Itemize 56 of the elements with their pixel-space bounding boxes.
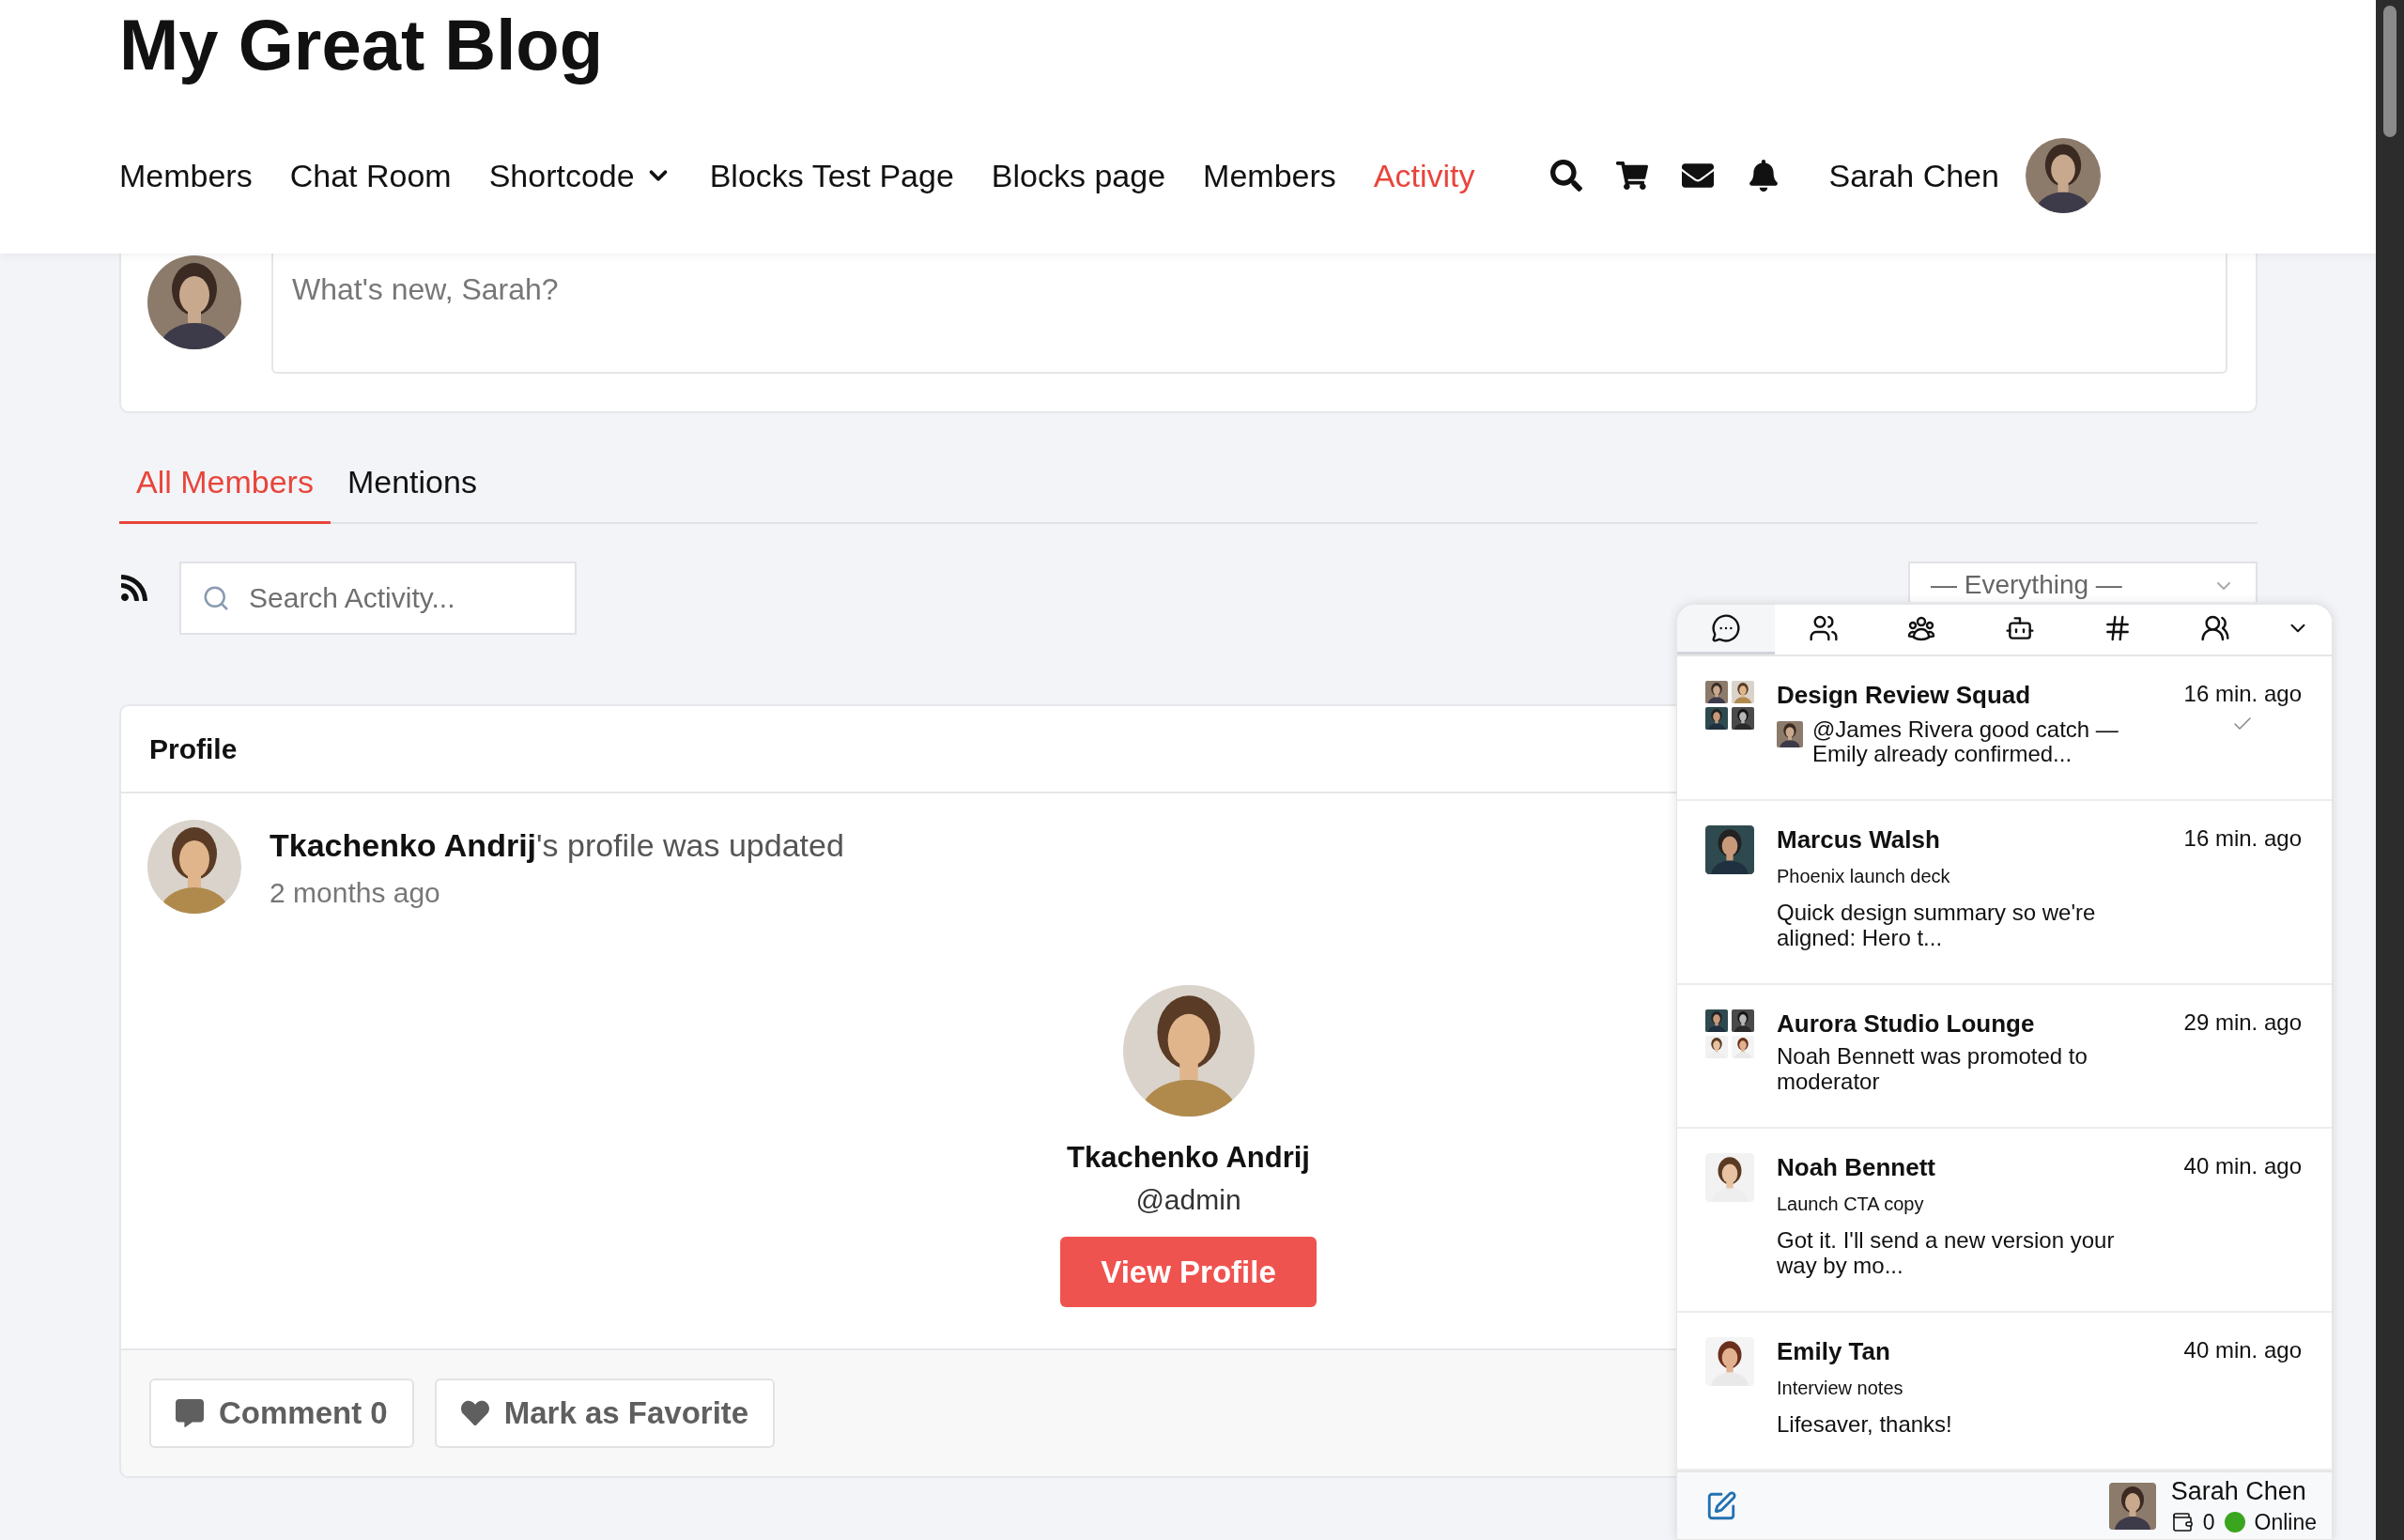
cart-icon[interactable] <box>1616 160 1649 192</box>
conversation-topic: Phoenix launch deck <box>1777 866 1951 888</box>
message-preview: @James Rivera good catch — Emily already confirmed... <box>1812 716 2119 768</box>
message-time: 29 min. ago <box>2183 1009 2302 1037</box>
nav-link[interactable]: Activity <box>1359 157 1489 194</box>
nav-link[interactable]: Chat Room <box>275 157 466 194</box>
nav-link[interactable]: Blocks page <box>977 157 1180 194</box>
conversation-item[interactable]: Design Review Squad @James Rivera good catch — Emily already confirmed... 16 min. ago <box>1677 655 2332 802</box>
activity-time: 2 months ago <box>270 877 441 909</box>
filter-dropdown[interactable]: — Everything — <box>1908 562 2258 602</box>
nav-link[interactable]: Members <box>1189 157 1350 194</box>
user-name: Sarah Chen <box>2170 1476 2307 1506</box>
message-time: 16 min. ago <box>2183 680 2302 707</box>
activity-text: Tkachenko Andrij's profile was updated <box>270 827 844 864</box>
favorite-button[interactable]: Mark as Favorite <box>434 1378 776 1448</box>
bell-icon[interactable] <box>1748 160 1780 192</box>
chat-tab[interactable] <box>1677 605 1776 654</box>
nav-link[interactable]: Blocks Test Page <box>695 157 968 194</box>
conversation-topic: Interview notes <box>1777 1377 1904 1399</box>
chat-icon <box>1711 612 1742 643</box>
message-time: 40 min. ago <box>2183 1336 2302 1363</box>
conversation-item[interactable]: Aurora Studio Lounge Noah Bennett was promoted to moderator 29 min. ago <box>1677 985 2332 1129</box>
conversation-name: Aurora Studio Lounge <box>1777 1009 2036 1040</box>
heart-icon <box>460 1399 489 1427</box>
conversation-name: Noah Bennett <box>1777 1152 1936 1182</box>
search-icon[interactable] <box>1550 160 1583 192</box>
feed-tab[interactable]: All Members <box>119 451 331 524</box>
conversation-topic: Launch CTA copy <box>1777 1193 1925 1215</box>
message-preview: Noah Bennett was promoted to moderator <box>1777 1044 2088 1095</box>
message-preview: Lifesaver, thanks! <box>1777 1411 1953 1438</box>
message-time: 16 min. ago <box>2183 825 2302 853</box>
conversation-item[interactable]: Noah Bennett Launch CTA copy Got it. I'll send a new version your way by mo... 40 min. ago <box>1677 1128 2332 1313</box>
post-input-field[interactable]: What's new, Sarah? <box>271 254 2227 374</box>
nav-link[interactable]: Members <box>105 157 267 194</box>
nav-link[interactable]: Shortcode <box>474 157 686 194</box>
profile-name: Tkachenko Andrij <box>1067 1141 1310 1175</box>
scrollbar-thumb[interactable] <box>2383 6 2396 137</box>
conversation-name: Emily Tan <box>1777 1336 1891 1366</box>
message-time: 40 min. ago <box>2183 1152 2302 1179</box>
user-name[interactable]: Sarah Chen <box>1828 157 1999 194</box>
status-text: Online <box>2254 1509 2317 1535</box>
search-icon <box>202 584 230 612</box>
message-preview: Quick design summary so we're aligned: Hero t... <box>1777 901 2097 952</box>
conversation-name: Marcus Walsh <box>1777 825 1941 855</box>
scrollbar[interactable] <box>2376 0 2404 1540</box>
rss-icon[interactable] <box>119 573 149 603</box>
compose-icon[interactable] <box>1705 1489 1737 1522</box>
profile-handle: @admin <box>1135 1184 1241 1216</box>
search-field[interactable]: Search Activity... <box>179 562 577 635</box>
conversation-item[interactable]: Marcus Walsh Phoenix launch deck Quick design summary so we're aligned: Hero t... 16 min. ago <box>1677 801 2332 986</box>
comment-button[interactable]: Comment 0 <box>149 1378 414 1448</box>
speech-bubble-icon <box>176 1399 204 1427</box>
message-preview: Got it. I'll send a new version your way by mo... <box>1777 1227 2116 1279</box>
feed-tab[interactable]: Mentions <box>330 451 494 524</box>
wallet-icon <box>2170 1511 2194 1534</box>
wallet-balance: 0 <box>2202 1509 2215 1535</box>
